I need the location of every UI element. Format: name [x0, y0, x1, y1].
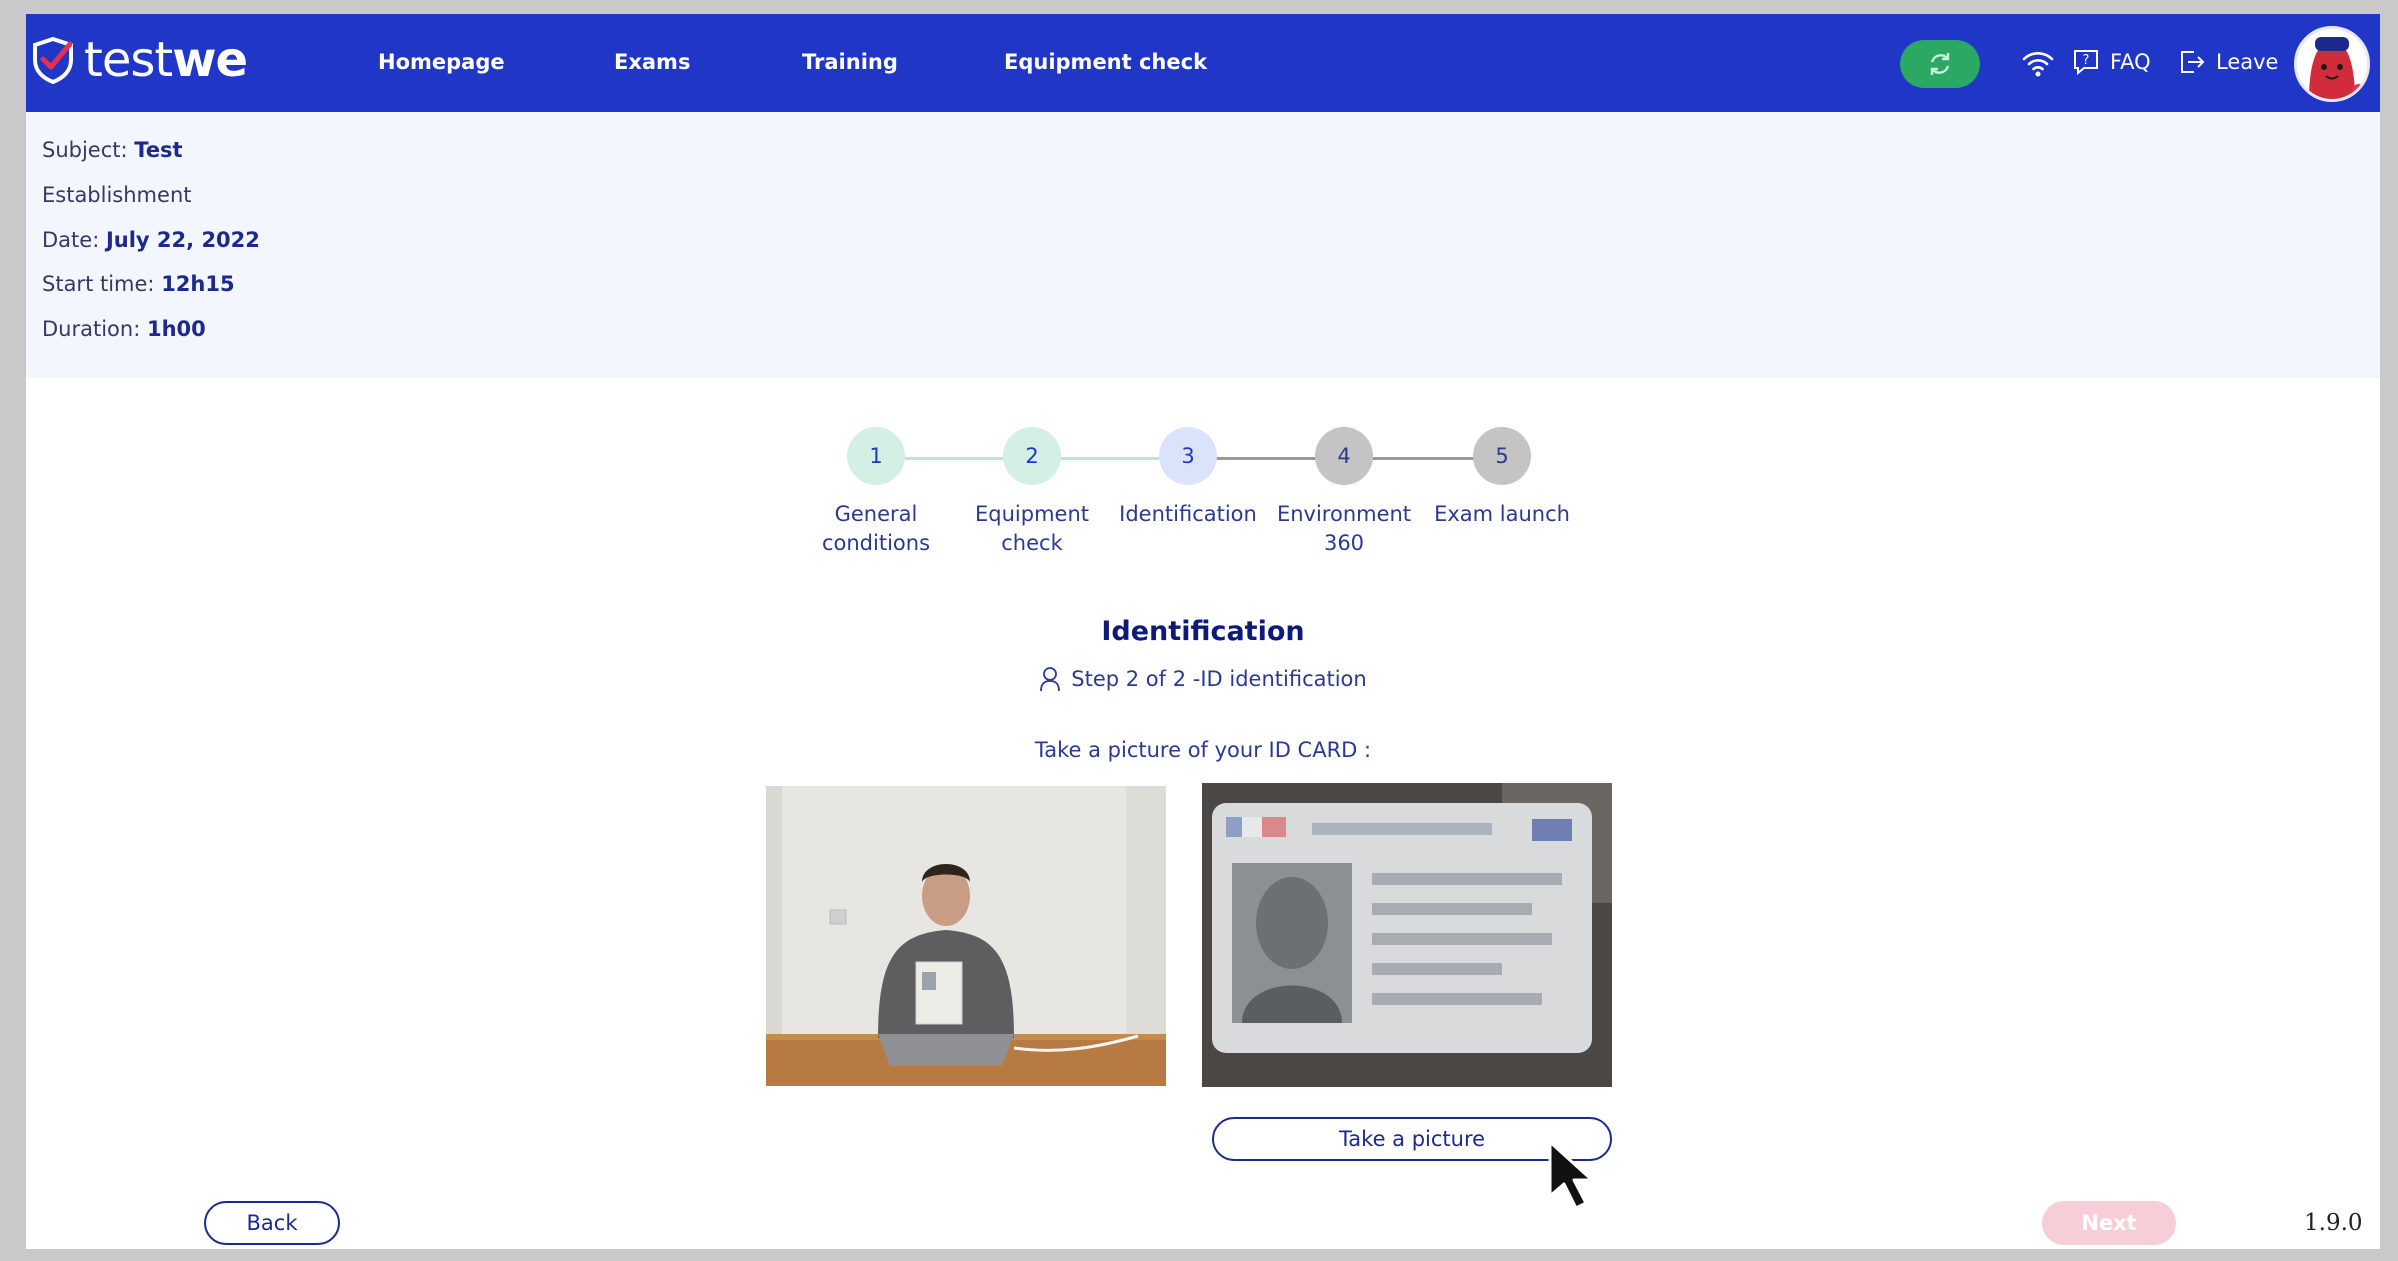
start-time-label: Start time: [42, 272, 155, 296]
webcam-person-image [766, 786, 1166, 1086]
duration-value: 1h00 [146, 317, 206, 341]
date-value: July 22, 2022 [105, 228, 260, 252]
app-window: testwe Homepage Exams Training Equipment… [26, 14, 2380, 1249]
id-card-image [1202, 783, 1612, 1087]
start-time-row: Start time: 12h15 [42, 272, 235, 296]
step-4-label: Environment 360 [1276, 502, 1412, 555]
wifi-icon [2022, 52, 2054, 77]
testwe-logo[interactable]: testwe [30, 32, 248, 88]
help-icon: ? [2074, 50, 2098, 76]
step-2-circle: 2 [1003, 427, 1061, 485]
sync-button[interactable] [1900, 40, 1980, 88]
step-5-label: Exam launch [1434, 502, 1570, 526]
leave-button[interactable]: Leave [2178, 48, 2278, 76]
establishment-label: Establishment [42, 183, 192, 207]
shield-check-icon [33, 36, 73, 84]
user-avatar[interactable] [2294, 26, 2370, 102]
step-3-circle: 3 [1159, 427, 1217, 485]
subject-value: Test [134, 138, 183, 162]
exam-info-panel: Subject: Test Establishment Date: July 2… [26, 112, 2380, 378]
id-card-preview [1202, 783, 1612, 1087]
step-3-label: Identification [1119, 502, 1257, 526]
faq-link[interactable]: ? FAQ [2072, 48, 2151, 76]
user-icon [1040, 667, 1061, 692]
nav-training[interactable]: Training [802, 50, 898, 74]
identification-step-text: Step 2 of 2 -ID identification [1071, 667, 1367, 691]
date-row: Date: July 22, 2022 [42, 228, 260, 252]
avatar-icon [2297, 29, 2367, 99]
date-label: Date: [42, 228, 100, 252]
faq-label: FAQ [2110, 50, 2151, 74]
svg-text:?: ? [2083, 53, 2090, 68]
identification-step: Step 2 of 2 -ID identification [26, 666, 2380, 692]
step-4-circle: 4 [1315, 427, 1373, 485]
start-time-value: 12h15 [161, 272, 235, 296]
top-navigation-bar: testwe Homepage Exams Training Equipment… [26, 14, 2380, 112]
nav-homepage[interactable]: Homepage [378, 50, 505, 74]
duration-row: Duration: 1h00 [42, 317, 206, 341]
establishment-row: Establishment [42, 183, 191, 207]
identification-title: Identification [1101, 616, 1305, 647]
step-5-circle: 5 [1473, 427, 1531, 485]
subject-label: Subject: [42, 138, 128, 162]
mouse-cursor-icon [1548, 1140, 1594, 1210]
version-label: 1.9.0 [2304, 1210, 2363, 1236]
step-2-label: Equipment check [975, 502, 1089, 555]
back-button[interactable]: Back [204, 1201, 340, 1245]
id-card-instruction: Take a picture of your ID CARD : [1034, 738, 1372, 762]
next-button[interactable]: Next [2042, 1201, 2176, 1245]
step-1-circle: 1 [847, 427, 905, 485]
duration-label: Duration: [42, 317, 141, 341]
subject-row: Subject: Test [42, 138, 183, 162]
leave-label: Leave [2216, 50, 2279, 74]
sync-icon [1930, 53, 1950, 75]
step-1-label: General conditions [821, 502, 931, 555]
logo-text: testwe [84, 32, 248, 88]
nav-equipment-check[interactable]: Equipment check [1004, 50, 1207, 74]
webcam-preview [766, 786, 1166, 1086]
nav-exams[interactable]: Exams [614, 50, 690, 74]
logout-icon [2181, 51, 2205, 73]
